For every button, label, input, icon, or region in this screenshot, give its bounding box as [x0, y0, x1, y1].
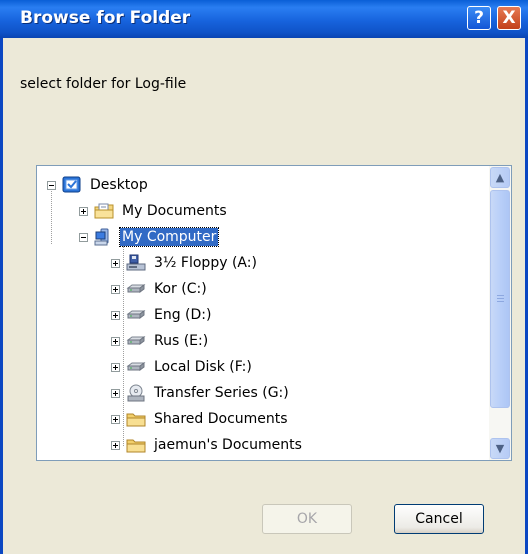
expand-icon[interactable] — [111, 388, 120, 398]
collapse-icon[interactable] — [79, 232, 88, 242]
close-icon: X — [502, 8, 516, 28]
expand-icon[interactable] — [111, 414, 120, 424]
tree-item-desktop[interactable]: Desktop — [47, 172, 150, 198]
chevron-up-icon: ▲ — [495, 171, 505, 184]
computer-icon — [94, 228, 114, 246]
hard-drive-icon — [126, 280, 146, 298]
tree-item-drive-d[interactable]: Eng (D:) — [111, 302, 213, 328]
tree-item-label: Local Disk (F:) — [154, 359, 252, 375]
cd-drive-icon — [126, 384, 146, 402]
tree-item-drive-f[interactable]: Local Disk (F:) — [111, 354, 254, 380]
tree-item-label: jaemun's Documents — [154, 437, 302, 453]
ok-button-label: OK — [296, 511, 318, 527]
scrollbar-grip — [497, 295, 504, 296]
title-bar[interactable]: Browse for Folder ? X — [0, 0, 528, 38]
documents-folder-icon — [94, 202, 114, 220]
scroll-down-button[interactable]: ▼ — [490, 438, 510, 459]
vertical-scrollbar[interactable]: ▲ ▼ — [489, 166, 511, 460]
window-title: Browse for Folder — [20, 8, 191, 28]
help-button[interactable]: ? — [467, 6, 491, 30]
expand-icon[interactable] — [79, 206, 88, 216]
expand-icon[interactable] — [111, 310, 120, 320]
expand-icon[interactable] — [111, 336, 120, 346]
tree-item-my-documents[interactable]: My Documents — [79, 198, 229, 224]
scrollbar-grip — [497, 301, 504, 302]
collapse-icon[interactable] — [47, 180, 56, 190]
tree-item-drive-c[interactable]: Kor (C:) — [111, 276, 209, 302]
scrollbar-grip — [497, 298, 504, 299]
expand-icon[interactable] — [111, 258, 120, 268]
tree-item-label: 3½ Floppy (A:) — [154, 255, 257, 271]
tree-item-label: Kor (C:) — [154, 281, 207, 297]
expand-icon[interactable] — [111, 440, 120, 450]
expand-icon[interactable] — [111, 362, 120, 372]
dialog-prompt: select folder for Log-file — [20, 76, 187, 92]
tree-item-label: Eng (D:) — [154, 307, 212, 323]
tree-item-label: My Computer — [118, 227, 220, 247]
ok-button[interactable]: OK — [262, 504, 352, 534]
tree-item-label: My Documents — [122, 203, 227, 219]
tree-item-label: Desktop — [90, 177, 148, 193]
folder-icon — [126, 436, 146, 454]
tree-item-my-computer[interactable]: My Computer — [79, 224, 220, 250]
folder-tree[interactable]: Desktop My Documents My Computer 3½ Flop… — [36, 165, 512, 461]
tree-item-drive-e[interactable]: Rus (E:) — [111, 328, 210, 354]
cancel-button-label: Cancel — [415, 511, 463, 527]
cancel-button[interactable]: Cancel — [394, 504, 484, 534]
chevron-down-icon: ▼ — [495, 442, 505, 455]
hard-drive-icon — [126, 332, 146, 350]
scroll-up-button[interactable]: ▲ — [490, 167, 510, 188]
expand-icon[interactable] — [111, 284, 120, 294]
folder-icon — [126, 410, 146, 428]
tree-item-jaemun-documents[interactable]: jaemun's Documents — [111, 432, 304, 458]
floppy-drive-icon — [126, 254, 146, 272]
window-frame-left — [0, 38, 3, 554]
tree-item-label: Transfer Series (G:) — [154, 385, 289, 401]
tree-item-label: Rus (E:) — [154, 333, 209, 349]
desktop-icon — [62, 176, 82, 194]
scrollbar-thumb[interactable] — [490, 190, 510, 408]
tree-item-drive-g[interactable]: Transfer Series (G:) — [111, 380, 291, 406]
help-icon: ? — [474, 8, 484, 28]
tree-item-shared-documents[interactable]: Shared Documents — [111, 406, 290, 432]
hard-drive-icon — [126, 358, 146, 376]
tree-item-floppy-a[interactable]: 3½ Floppy (A:) — [111, 250, 259, 276]
tree-item-label: Shared Documents — [154, 411, 288, 427]
close-button[interactable]: X — [497, 6, 521, 30]
hard-drive-icon — [126, 306, 146, 324]
